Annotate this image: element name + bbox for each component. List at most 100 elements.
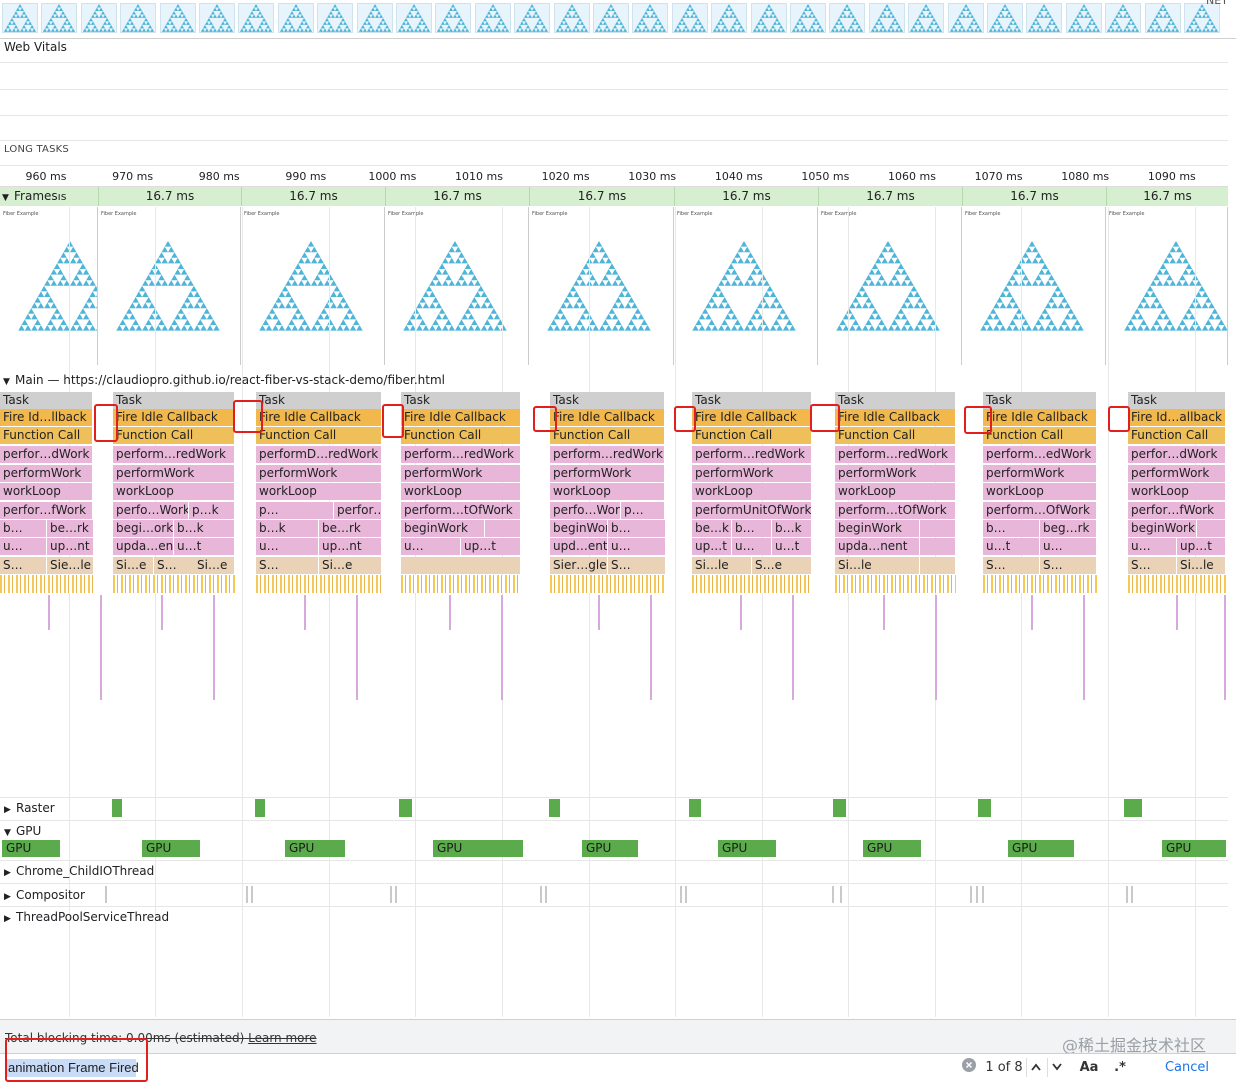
sierpinski-render-bar[interactable]: Si…e [113,557,154,574]
frame-duration[interactable]: 16.7 ms [529,187,674,206]
fire-idle-callback-bar[interactable]: Fire Idle Callback [692,409,812,426]
clear-search-icon[interactable] [961,1058,977,1077]
deep-call-bar[interactable] [449,595,451,630]
begin-work-bar[interactable]: b… [732,520,772,537]
gpu-task[interactable]: GPU [142,840,200,857]
filmstrip-thumbnail[interactable] [553,3,590,33]
begin-work-bar[interactable]: be…rk [47,520,94,537]
perform-work-bar[interactable]: performWork [401,465,521,482]
deep-call-bar[interactable] [356,595,358,700]
task-bar[interactable]: Task [550,392,665,409]
threadpool-track-label[interactable]: ▶ ThreadPoolServiceThread [4,910,169,924]
filmstrip-thumbnail[interactable] [711,3,748,33]
function-call-bar[interactable]: Function Call [983,427,1097,444]
perform-unit-of-work-bar[interactable]: p… [256,502,334,519]
sierpinski-render-bar[interactable]: S… [1040,557,1097,574]
compositor-task[interactable] [840,886,842,903]
perform-work-bar[interactable]: performWork [983,465,1097,482]
frames-track[interactable]: 16.7 ms 16.7 ms 16.7 ms 16.7 ms 16.7 ms 16.7 … [0,187,1228,206]
begin-work-bar[interactable] [920,520,956,537]
gpu-task[interactable]: GPU [285,840,345,857]
fire-idle-callback-bar[interactable]: Fire Id…llback [0,409,93,426]
raster-task[interactable] [689,799,701,817]
perform-work-bar[interactable]: performWork [1128,465,1226,482]
update-component-bar[interactable]: upda…ent [113,538,174,555]
update-component-bar[interactable]: u…t [772,538,812,555]
sierpinski-render-bar[interactable]: Si…le [1177,557,1226,574]
work-loop-bar[interactable]: workLoop [835,483,956,500]
compositor-task[interactable] [832,886,834,903]
previous-match-button[interactable] [1026,1058,1045,1077]
raster-task[interactable] [1124,799,1142,817]
raster-task[interactable] [399,799,412,817]
collapse-triangle-icon[interactable]: ▶ [4,805,16,815]
fire-idle-callback-bar[interactable]: Fire Idle Callback [983,409,1097,426]
filmstrip-thumbnail[interactable] [750,3,787,33]
filmstrip-thumbnail[interactable] [632,3,669,33]
update-component-bar[interactable]: u… [256,538,319,555]
small-tasks-bars[interactable] [256,575,382,593]
filmstrip-thumbnail[interactable] [277,3,314,33]
update-component-bar[interactable]: u… [732,538,772,555]
small-tasks-bars[interactable] [1128,575,1226,593]
fire-idle-callback-bar[interactable]: Fire Idle Callback [550,409,665,426]
update-component-bar[interactable]: up…t [461,538,521,555]
raster-task[interactable] [255,799,265,817]
perform-deferred-work-bar[interactable]: perform…redWork [550,446,665,463]
filmstrip-thumbnail[interactable] [947,3,984,33]
perform-unit-of-work-bar[interactable]: performUnitOfWork [692,502,812,519]
filmstrip-thumbnail[interactable] [159,3,196,33]
perform-unit-of-work-bar[interactable]: perfor…fWork [334,502,382,519]
gpu-task[interactable]: GPU [582,840,638,857]
sierpinski-render-bar[interactable]: S… [0,557,47,574]
function-call-bar[interactable]: Function Call [0,427,93,444]
frame-screenshot[interactable]: Fiber Example [98,207,241,365]
compositor-task[interactable] [982,886,984,903]
compositor-task[interactable] [1131,886,1133,903]
compositor-task[interactable] [680,886,682,903]
perform-work-bar[interactable]: performWork [692,465,812,482]
sierpinski-render-bar[interactable] [920,557,956,574]
expand-triangle-icon[interactable]: ▼ [2,189,14,208]
deep-call-bar[interactable] [1224,595,1226,700]
perform-deferred-work-bar[interactable]: performD…redWork [256,446,382,463]
update-component-bar[interactable]: u… [1128,538,1177,555]
update-component-bar[interactable]: u…t [983,538,1040,555]
perform-unit-of-work-bar[interactable]: perfo…Work [113,502,189,519]
begin-work-bar[interactable]: beginWork [1128,520,1197,537]
perform-work-bar[interactable]: performWork [113,465,235,482]
function-call-bar[interactable]: Function Call [113,427,235,444]
sierpinski-render-bar[interactable]: Sier…gle [550,557,608,574]
sierpinski-render-bar[interactable]: S… [1128,557,1177,574]
compositor-task[interactable] [540,886,542,903]
update-component-bar[interactable]: up…nt [47,538,94,555]
work-loop-bar[interactable]: workLoop [256,483,382,500]
begin-work-bar[interactable]: be…rk [319,520,382,537]
sierpinski-render-bar[interactable]: Si…e [319,557,382,574]
perform-unit-of-work-bar[interactable]: p… [621,502,665,519]
filmstrip-thumbnail[interactable] [474,3,511,33]
small-tasks-bars[interactable] [692,575,812,593]
perform-deferred-work-bar[interactable]: perform…redWork [692,446,812,463]
deep-call-bar[interactable] [1031,595,1033,630]
frame-screenshot[interactable]: Fiber Example [818,207,962,365]
work-loop-bar[interactable]: workLoop [983,483,1097,500]
sierpinski-render-bar[interactable]: Si…le [692,557,752,574]
work-loop-bar[interactable]: workLoop [113,483,235,500]
begin-work-bar[interactable]: b… [0,520,47,537]
deep-call-bar[interactable] [48,595,50,630]
update-component-bar[interactable]: up…nt [319,538,382,555]
frame-duration[interactable]: 16.7 ms [1106,187,1228,206]
compositor-task[interactable] [246,886,248,903]
sierpinski-render-bar[interactable]: Si…le [835,557,920,574]
perform-work-bar[interactable]: performWork [256,465,382,482]
begin-work-bar[interactable]: b…k [772,520,812,537]
work-loop-bar[interactable]: workLoop [550,483,665,500]
perform-deferred-work-bar[interactable]: perfor…dWork [1128,446,1226,463]
function-call-bar[interactable]: Function Call [550,427,665,444]
begin-work-bar[interactable] [1197,520,1226,537]
small-tasks-bars[interactable] [983,575,1097,593]
update-component-bar[interactable]: upda…nent [835,538,920,555]
raster-track-label[interactable]: ▶ Raster [4,801,55,815]
regex-button[interactable]: .* [1110,1058,1130,1077]
